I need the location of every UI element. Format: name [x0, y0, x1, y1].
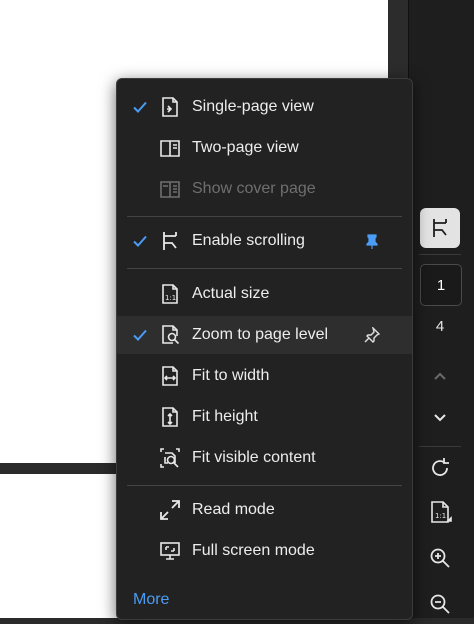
menu-item-fit-visible-content[interactable]: Fit visible content	[117, 439, 412, 477]
zoom-out-icon	[430, 594, 450, 614]
right-toolbar: 1 4 1:1	[408, 0, 474, 618]
menu-item-label: Read mode	[192, 501, 275, 518]
menu-item-label: Show cover page	[192, 180, 316, 197]
scroll-mode-button[interactable]	[420, 208, 460, 248]
fit-height-icon	[162, 407, 178, 427]
rotate-button[interactable]	[420, 448, 460, 488]
checkmark-icon	[133, 235, 147, 247]
cover-page-icon	[160, 181, 180, 198]
menu-item-fit-height[interactable]: Fit height	[117, 398, 412, 436]
menu-item-read-mode[interactable]: Read mode	[117, 491, 412, 529]
menu-item-two-page-view[interactable]: Two-page view	[117, 129, 412, 167]
svg-text:1:1: 1:1	[165, 294, 176, 302]
single-page-icon	[162, 97, 178, 117]
rail-divider	[419, 254, 461, 255]
zoom-page-icon	[162, 325, 180, 345]
previous-page-button[interactable]	[420, 356, 460, 396]
svg-text:1:1: 1:1	[435, 512, 446, 520]
rail-divider	[419, 446, 461, 447]
checkmark-icon	[133, 329, 147, 341]
menu-item-label: Single-page view	[192, 98, 314, 115]
menu-item-label: Enable scrolling	[192, 232, 305, 249]
menu-item-fit-to-width[interactable]: Fit to width	[117, 357, 412, 395]
menu-item-label: Zoom to page level	[192, 326, 329, 343]
two-page-icon	[160, 140, 180, 157]
actual-size-icon: 1:1	[162, 284, 178, 304]
menu-divider	[127, 485, 402, 486]
pinned-icon[interactable]	[364, 233, 380, 249]
scroll-icon	[163, 232, 177, 250]
chevron-down-icon	[434, 414, 446, 422]
zoom-in-button[interactable]	[420, 538, 460, 578]
menu-divider	[127, 216, 402, 217]
next-page-button[interactable]	[420, 398, 460, 438]
read-mode-icon	[160, 500, 180, 520]
menu-item-label: Full screen mode	[192, 542, 315, 559]
full-screen-icon	[160, 542, 180, 560]
menu-item-single-page-view[interactable]: Single-page view	[117, 88, 412, 126]
view-options-menu: Single-page view Two-page view Show cove…	[116, 78, 413, 620]
chevron-up-icon	[434, 372, 446, 380]
menu-item-label: Fit visible content	[192, 449, 316, 466]
menu-item-full-screen-mode[interactable]: Full screen mode	[117, 532, 412, 570]
scroll-icon	[433, 219, 447, 237]
pin-icon[interactable]	[364, 327, 380, 343]
menu-divider	[127, 268, 402, 269]
menu-item-enable-scrolling[interactable]: Enable scrolling	[117, 222, 412, 260]
menu-item-label: Fit to width	[192, 367, 270, 384]
menu-item-label: Actual size	[192, 285, 270, 302]
menu-item-zoom-to-page-level[interactable]: Zoom to page level	[117, 316, 412, 354]
actual-size-icon: 1:1	[431, 501, 452, 523]
page-total: 4	[435, 318, 445, 335]
menu-item-label: Two-page view	[192, 139, 299, 156]
more-link[interactable]: More	[133, 591, 169, 609]
menu-item-show-cover-page[interactable]: Show cover page	[117, 170, 412, 208]
checkmark-icon	[133, 101, 147, 113]
fit-width-icon	[162, 366, 178, 386]
zoom-in-icon	[430, 548, 450, 568]
menu-item-label: Fit height	[192, 408, 258, 425]
fit-visible-icon	[160, 448, 180, 468]
page-number-input[interactable]: 1	[420, 264, 462, 306]
menu-item-actual-size[interactable]: 1:1 Actual size	[117, 275, 412, 313]
rotate-icon	[432, 458, 449, 476]
actual-size-button[interactable]: 1:1	[420, 492, 460, 532]
zoom-out-button[interactable]	[420, 584, 460, 624]
